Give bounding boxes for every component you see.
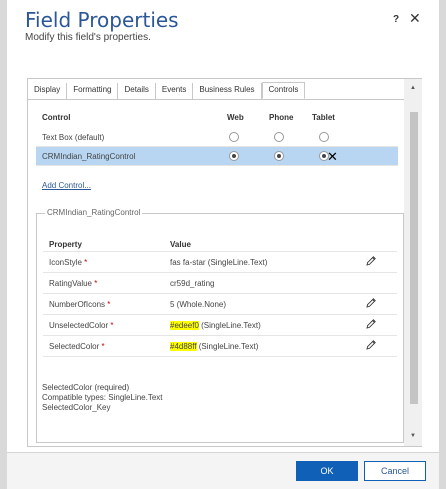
property-name: NumberOfIcons * (49, 300, 110, 309)
column-header-tablet: Tablet (312, 113, 335, 122)
group-legend: CRMIndian_RatingControl (45, 208, 143, 217)
highlighted-color-value: #edeef0 (170, 321, 199, 330)
dialog-footer: OK Cancel (7, 452, 439, 489)
property-name: SelectedColor * (49, 342, 105, 351)
highlighted-color-value: #4d88ff (170, 342, 197, 351)
column-header-phone: Phone (269, 113, 294, 122)
description-line-1: SelectedColor (required) (42, 383, 130, 392)
value-type: (SingleLine.Text) (196, 342, 259, 351)
column-header-web: Web (227, 113, 244, 122)
property-value: fas fa-star (SingleLine.Text) (170, 258, 268, 267)
help-button[interactable]: ? (393, 14, 399, 25)
field-properties-dialog: Field Properties Modify this field's pro… (7, 0, 439, 489)
property-name: RatingValue * (49, 279, 97, 288)
property-row-numberoficons[interactable]: NumberOfIcons * 5 (Whole.None) (43, 294, 397, 315)
remove-control-icon[interactable]: ✕ (327, 149, 338, 165)
phone-radio[interactable] (274, 132, 284, 142)
page-backdrop-right (439, 0, 446, 489)
property-label: UnselectedColor (49, 321, 109, 330)
control-name: Text Box (default) (42, 133, 105, 142)
column-header-value: Value (170, 240, 191, 249)
required-mark: * (101, 342, 105, 351)
property-label: SelectedColor (49, 342, 100, 351)
phone-radio[interactable] (274, 151, 284, 161)
page-backdrop-left (0, 0, 7, 489)
web-radio[interactable] (229, 151, 239, 161)
required-mark: * (84, 258, 88, 267)
dialog-title: Field Properties (25, 8, 179, 32)
controls-table-header: Control Web Phone Tablet (36, 113, 398, 128)
control-row-textbox[interactable]: Text Box (default) (36, 128, 398, 147)
property-label: NumberOfIcons (49, 300, 106, 309)
value-type: (SingleLine.Text) (198, 321, 261, 330)
tab-details[interactable]: Details (118, 83, 156, 99)
pencil-icon[interactable] (364, 317, 378, 331)
description-line-2: Compatible types: SingleLine.Text (42, 393, 163, 402)
properties-table: Property Value IconStyle * fas fa-star (… (43, 238, 397, 357)
required-mark: * (110, 321, 114, 330)
description-line-3: SelectedColor_Key (42, 403, 111, 412)
property-row-iconstyle[interactable]: IconStyle * fas fa-star (SingleLine.Text… (43, 252, 397, 273)
required-mark: * (107, 300, 111, 309)
scroll-down-arrow-icon[interactable]: ▼ (410, 433, 416, 439)
control-row-rating[interactable]: CRMIndian_RatingControl ✕ (36, 147, 398, 166)
tab-controls[interactable]: Controls (261, 82, 306, 99)
property-description: SelectedColor (required) Compatible type… (42, 383, 163, 413)
property-label: IconStyle (49, 258, 82, 267)
scrollbar-thumb[interactable] (410, 112, 418, 404)
web-radio[interactable] (229, 132, 239, 142)
column-header-property: Property (49, 240, 82, 249)
property-name: UnselectedColor * (49, 321, 114, 330)
tab-events[interactable]: Events (155, 83, 194, 99)
property-value: #4d88ff (SingleLine.Text) (170, 342, 258, 351)
property-value: 5 (Whole.None) (170, 300, 227, 309)
property-row-ratingvalue[interactable]: RatingValue * cr59d_rating (43, 273, 397, 294)
property-row-unselectedcolor[interactable]: UnselectedColor * #edeef0 (SingleLine.Te… (43, 315, 397, 336)
dialog-content-panel: Display Formatting Details Events Busine… (27, 78, 422, 447)
pencil-icon[interactable] (364, 338, 378, 352)
property-label: RatingValue (49, 279, 92, 288)
pencil-icon[interactable] (364, 254, 378, 268)
tab-formatting[interactable]: Formatting (67, 83, 119, 99)
tab-divider (28, 99, 404, 100)
vertical-scrollbar[interactable]: ▲ ▼ (404, 79, 422, 446)
tab-strip: Display Formatting Details Events Busine… (28, 82, 306, 99)
property-row-selectedcolor[interactable]: SelectedColor * #4d88ff (SingleLine.Text… (43, 336, 397, 357)
close-icon[interactable]: ✕ (409, 10, 421, 27)
tab-business-rules[interactable]: Business Rules (193, 83, 262, 99)
property-value: #edeef0 (SingleLine.Text) (170, 321, 261, 330)
control-name: CRMIndian_RatingControl (42, 152, 136, 161)
ok-button[interactable]: OK (296, 461, 358, 481)
column-header-control: Control (42, 113, 71, 122)
properties-header: Property Value (43, 238, 397, 252)
tablet-radio[interactable] (319, 132, 329, 142)
cancel-button[interactable]: Cancel (364, 461, 426, 481)
dialog-subtitle: Modify this field's properties. (25, 32, 151, 43)
scroll-up-arrow-icon[interactable]: ▲ (410, 85, 416, 91)
property-value: cr59d_rating (170, 279, 215, 288)
pencil-icon[interactable] (364, 296, 378, 310)
required-mark: * (94, 279, 98, 288)
controls-table: Control Web Phone Tablet Text Box (defau… (36, 113, 398, 166)
property-name: IconStyle * (49, 258, 87, 267)
add-control-link[interactable]: Add Control... (42, 181, 91, 190)
tab-display[interactable]: Display (28, 83, 68, 99)
